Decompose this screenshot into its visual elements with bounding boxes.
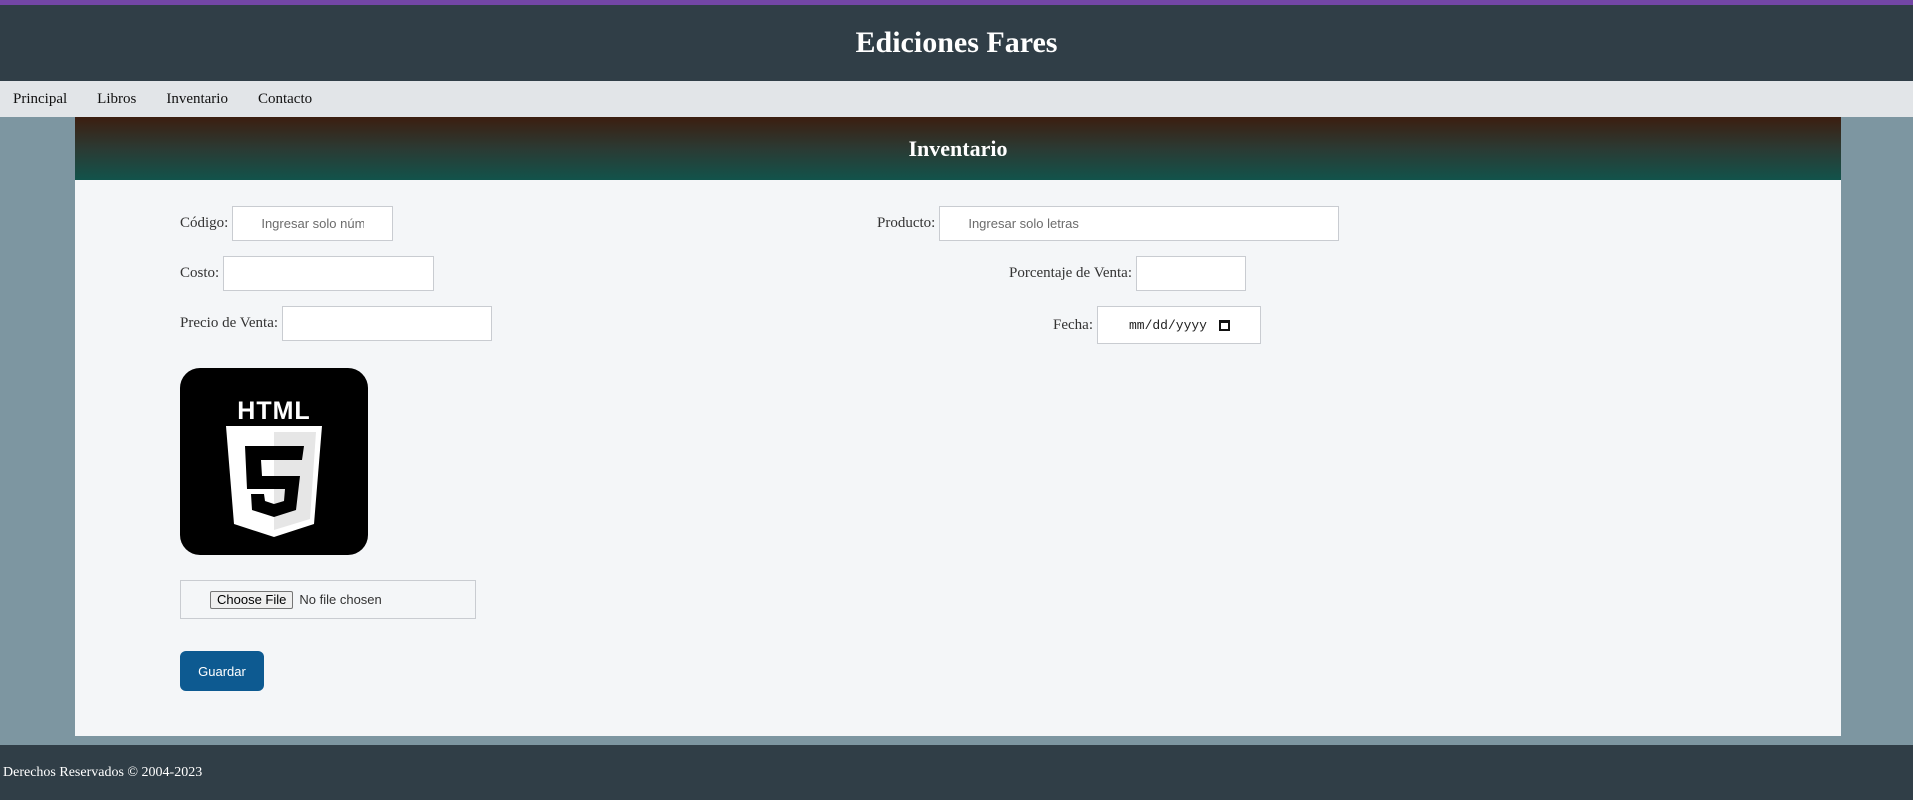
- site-header: Ediciones Fares: [0, 5, 1913, 81]
- codigo-label: Código:: [180, 215, 229, 231]
- costo-input[interactable]: [223, 256, 435, 291]
- nav-item-principal[interactable]: Principal: [13, 91, 67, 108]
- porcentaje-label: Porcentaje de Venta:: [1009, 265, 1133, 281]
- file-status: No file chosen: [299, 592, 382, 607]
- site-footer: Derechos Reservados © 2004-2023: [0, 745, 1913, 800]
- panel-title: Inventario: [908, 135, 1008, 161]
- precio-label: Precio de Venta:: [180, 315, 279, 331]
- porcentaje-field-group: Porcentaje de Venta:: [1009, 256, 1247, 291]
- porcentaje-input[interactable]: [1136, 256, 1247, 291]
- logo-text: HTML: [237, 397, 310, 425]
- main-nav: Principal Libros Inventario Contacto: [0, 81, 1913, 117]
- codigo-field-group: Código:: [180, 206, 394, 241]
- file-upload: Choose File No file chosen: [180, 580, 476, 619]
- inventory-panel: Inventario Código: Producto: Costo: Porc…: [75, 117, 1841, 736]
- choose-file-button[interactable]: Choose File: [210, 590, 294, 609]
- precio-input[interactable]: [282, 306, 493, 341]
- calendar-icon[interactable]: [1218, 319, 1230, 331]
- save-button[interactable]: Guardar: [180, 651, 264, 691]
- fecha-label: Fecha:: [1053, 316, 1093, 333]
- nav-item-libros[interactable]: Libros: [97, 91, 136, 108]
- producto-input[interactable]: [939, 206, 1340, 241]
- nav-item-contacto[interactable]: Contacto: [258, 91, 312, 108]
- html5-logo-icon: HTML: [180, 368, 368, 555]
- costo-label: Costo:: [180, 265, 220, 281]
- fecha-field-group: Fecha: mm/dd/yyyy: [1053, 306, 1261, 344]
- panel-header: Inventario: [75, 117, 1841, 180]
- footer-copyright: Derechos Reservados © 2004-2023: [3, 764, 203, 780]
- costo-field-group: Costo:: [180, 256, 435, 291]
- date-format-text: mm/dd/yyyy: [1128, 317, 1207, 333]
- nav-item-inventario[interactable]: Inventario: [166, 91, 228, 108]
- precio-field-group: Precio de Venta:: [180, 306, 493, 341]
- producto-label: Producto:: [877, 215, 936, 231]
- fecha-date-input[interactable]: mm/dd/yyyy: [1096, 306, 1261, 344]
- site-title: Ediciones Fares: [855, 26, 1058, 59]
- codigo-input[interactable]: [232, 206, 394, 241]
- producto-field-group: Producto:: [877, 206, 1340, 241]
